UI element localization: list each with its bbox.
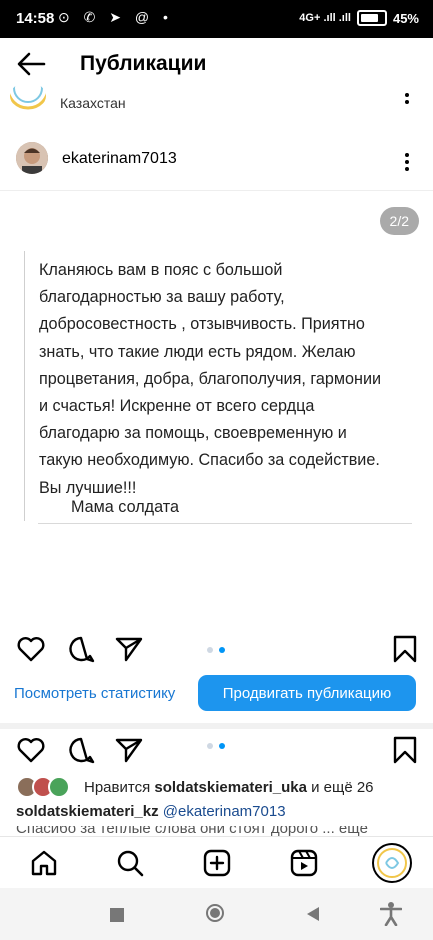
status-time: 14:58	[16, 10, 55, 27]
post-actions	[0, 630, 433, 670]
create-post-icon[interactable]	[203, 849, 231, 877]
bottom-nav	[0, 836, 433, 889]
view-insights-link[interactable]: Посмотреть статистику	[14, 685, 175, 702]
comment-icon[interactable]	[66, 634, 96, 664]
share-icon[interactable]	[114, 735, 144, 765]
likes-summary[interactable]: Нравится soldatskiematerі_uka и ещё 26	[16, 776, 433, 798]
search-icon[interactable]	[116, 849, 144, 877]
accessibility-icon[interactable]	[380, 902, 402, 926]
likes-suffix: и ещё 26	[306, 778, 374, 796]
reels-icon[interactable]	[290, 849, 318, 877]
status-bar: 14:58 ⊙ ✆ ➤ @ • 4G+ .ıll .ıll 45%	[0, 0, 433, 38]
avatar[interactable]	[16, 142, 48, 174]
promote-button[interactable]: Продвигать публикацию	[198, 675, 416, 711]
likes-user[interactable]: soldatskiematerі_uka	[154, 779, 307, 796]
caption-preview[interactable]: Спасибо за теплые слова они стоят дорого…	[16, 826, 416, 836]
post-image[interactable]: 2/2 Кланяюсь вам в пояс с большой благод…	[0, 190, 433, 621]
battery-icon	[356, 10, 387, 26]
heart-icon[interactable]	[16, 634, 46, 664]
page-title: Публикации	[80, 52, 207, 75]
back-button-icon[interactable]	[306, 906, 320, 922]
likes-prefix: Нравится	[84, 778, 155, 796]
bookmark-icon[interactable]	[390, 735, 420, 765]
caption-mention[interactable]: @ekaterinam7013	[163, 803, 286, 820]
profile-avatar[interactable]	[372, 843, 412, 883]
caption-username[interactable]: soldatskiemateri_kz	[16, 803, 159, 820]
caption-preview-text: Спасибо за теплые слова они стоят дорого…	[16, 826, 368, 836]
carousel-indicator	[207, 743, 225, 749]
signal-icon: 4G+ .ıll .ıll	[299, 12, 351, 24]
caption: soldatskiemateri_kz @ekaterinam7013	[16, 803, 286, 820]
post-header: ekaterinam7013	[0, 138, 433, 186]
text-underline	[38, 523, 412, 524]
share-icon[interactable]	[114, 634, 144, 664]
carousel-counter: 2/2	[379, 207, 419, 235]
battery-level: 45%	[392, 10, 419, 26]
post-location[interactable]: Казахстан	[60, 95, 126, 111]
more-options-icon[interactable]	[405, 150, 411, 174]
post-username[interactable]: ekaterinam7013	[62, 150, 177, 168]
post-text: Кланяюсь вам в пояс с большой благодарно…	[39, 261, 382, 497]
bookmark-icon[interactable]	[390, 634, 420, 664]
home-icon[interactable]	[30, 849, 58, 877]
home-button-icon[interactable]	[206, 904, 224, 922]
status-right: 4G+ .ıll .ıll 45%	[299, 10, 419, 26]
quote-bar	[24, 251, 25, 521]
post-signature: Мама солдата	[71, 498, 179, 516]
liker-avatar	[48, 776, 70, 798]
carousel-indicator	[207, 647, 225, 653]
notification-icons: ⊙ ✆ ➤ @ •	[58, 9, 173, 25]
divider	[0, 723, 433, 729]
recent-apps-icon[interactable]	[110, 908, 124, 922]
heart-icon[interactable]	[16, 735, 46, 765]
app-header: Публикации	[0, 38, 433, 90]
post-actions	[0, 731, 433, 771]
previous-post-avatar[interactable]	[10, 82, 46, 110]
comment-icon[interactable]	[66, 735, 96, 765]
more-options-icon[interactable]	[405, 90, 411, 107]
previous-post-header: Казахстан	[0, 82, 433, 120]
system-nav-bar	[0, 888, 433, 940]
arrow-left-icon[interactable]	[16, 50, 46, 78]
